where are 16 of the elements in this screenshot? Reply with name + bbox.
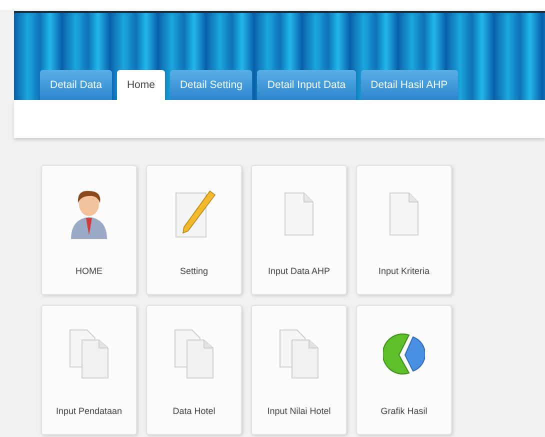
- menu-tile[interactable]: Input Data AHP: [251, 165, 347, 295]
- pie-chart-icon: [383, 331, 425, 377]
- menu-tile[interactable]: Data Hotel: [146, 305, 242, 435]
- user-icon: [69, 189, 109, 239]
- documents-icon: [279, 329, 319, 379]
- documents-icon: [69, 329, 109, 379]
- menu-tile[interactable]: Input Pendataan: [41, 305, 137, 435]
- menu-tile[interactable]: Setting: [146, 165, 242, 295]
- document-icon: [389, 192, 419, 236]
- nav-tab[interactable]: Home: [116, 70, 165, 100]
- menu-tile[interactable]: HOME: [41, 165, 137, 295]
- documents-icon: [174, 329, 214, 379]
- menu-tile[interactable]: Input Kriteria: [356, 165, 452, 295]
- menu-tile[interactable]: Input Nilai Hotel: [251, 305, 347, 435]
- menu-tile[interactable]: Grafik Hasil: [356, 305, 452, 435]
- document-icon: [284, 192, 314, 236]
